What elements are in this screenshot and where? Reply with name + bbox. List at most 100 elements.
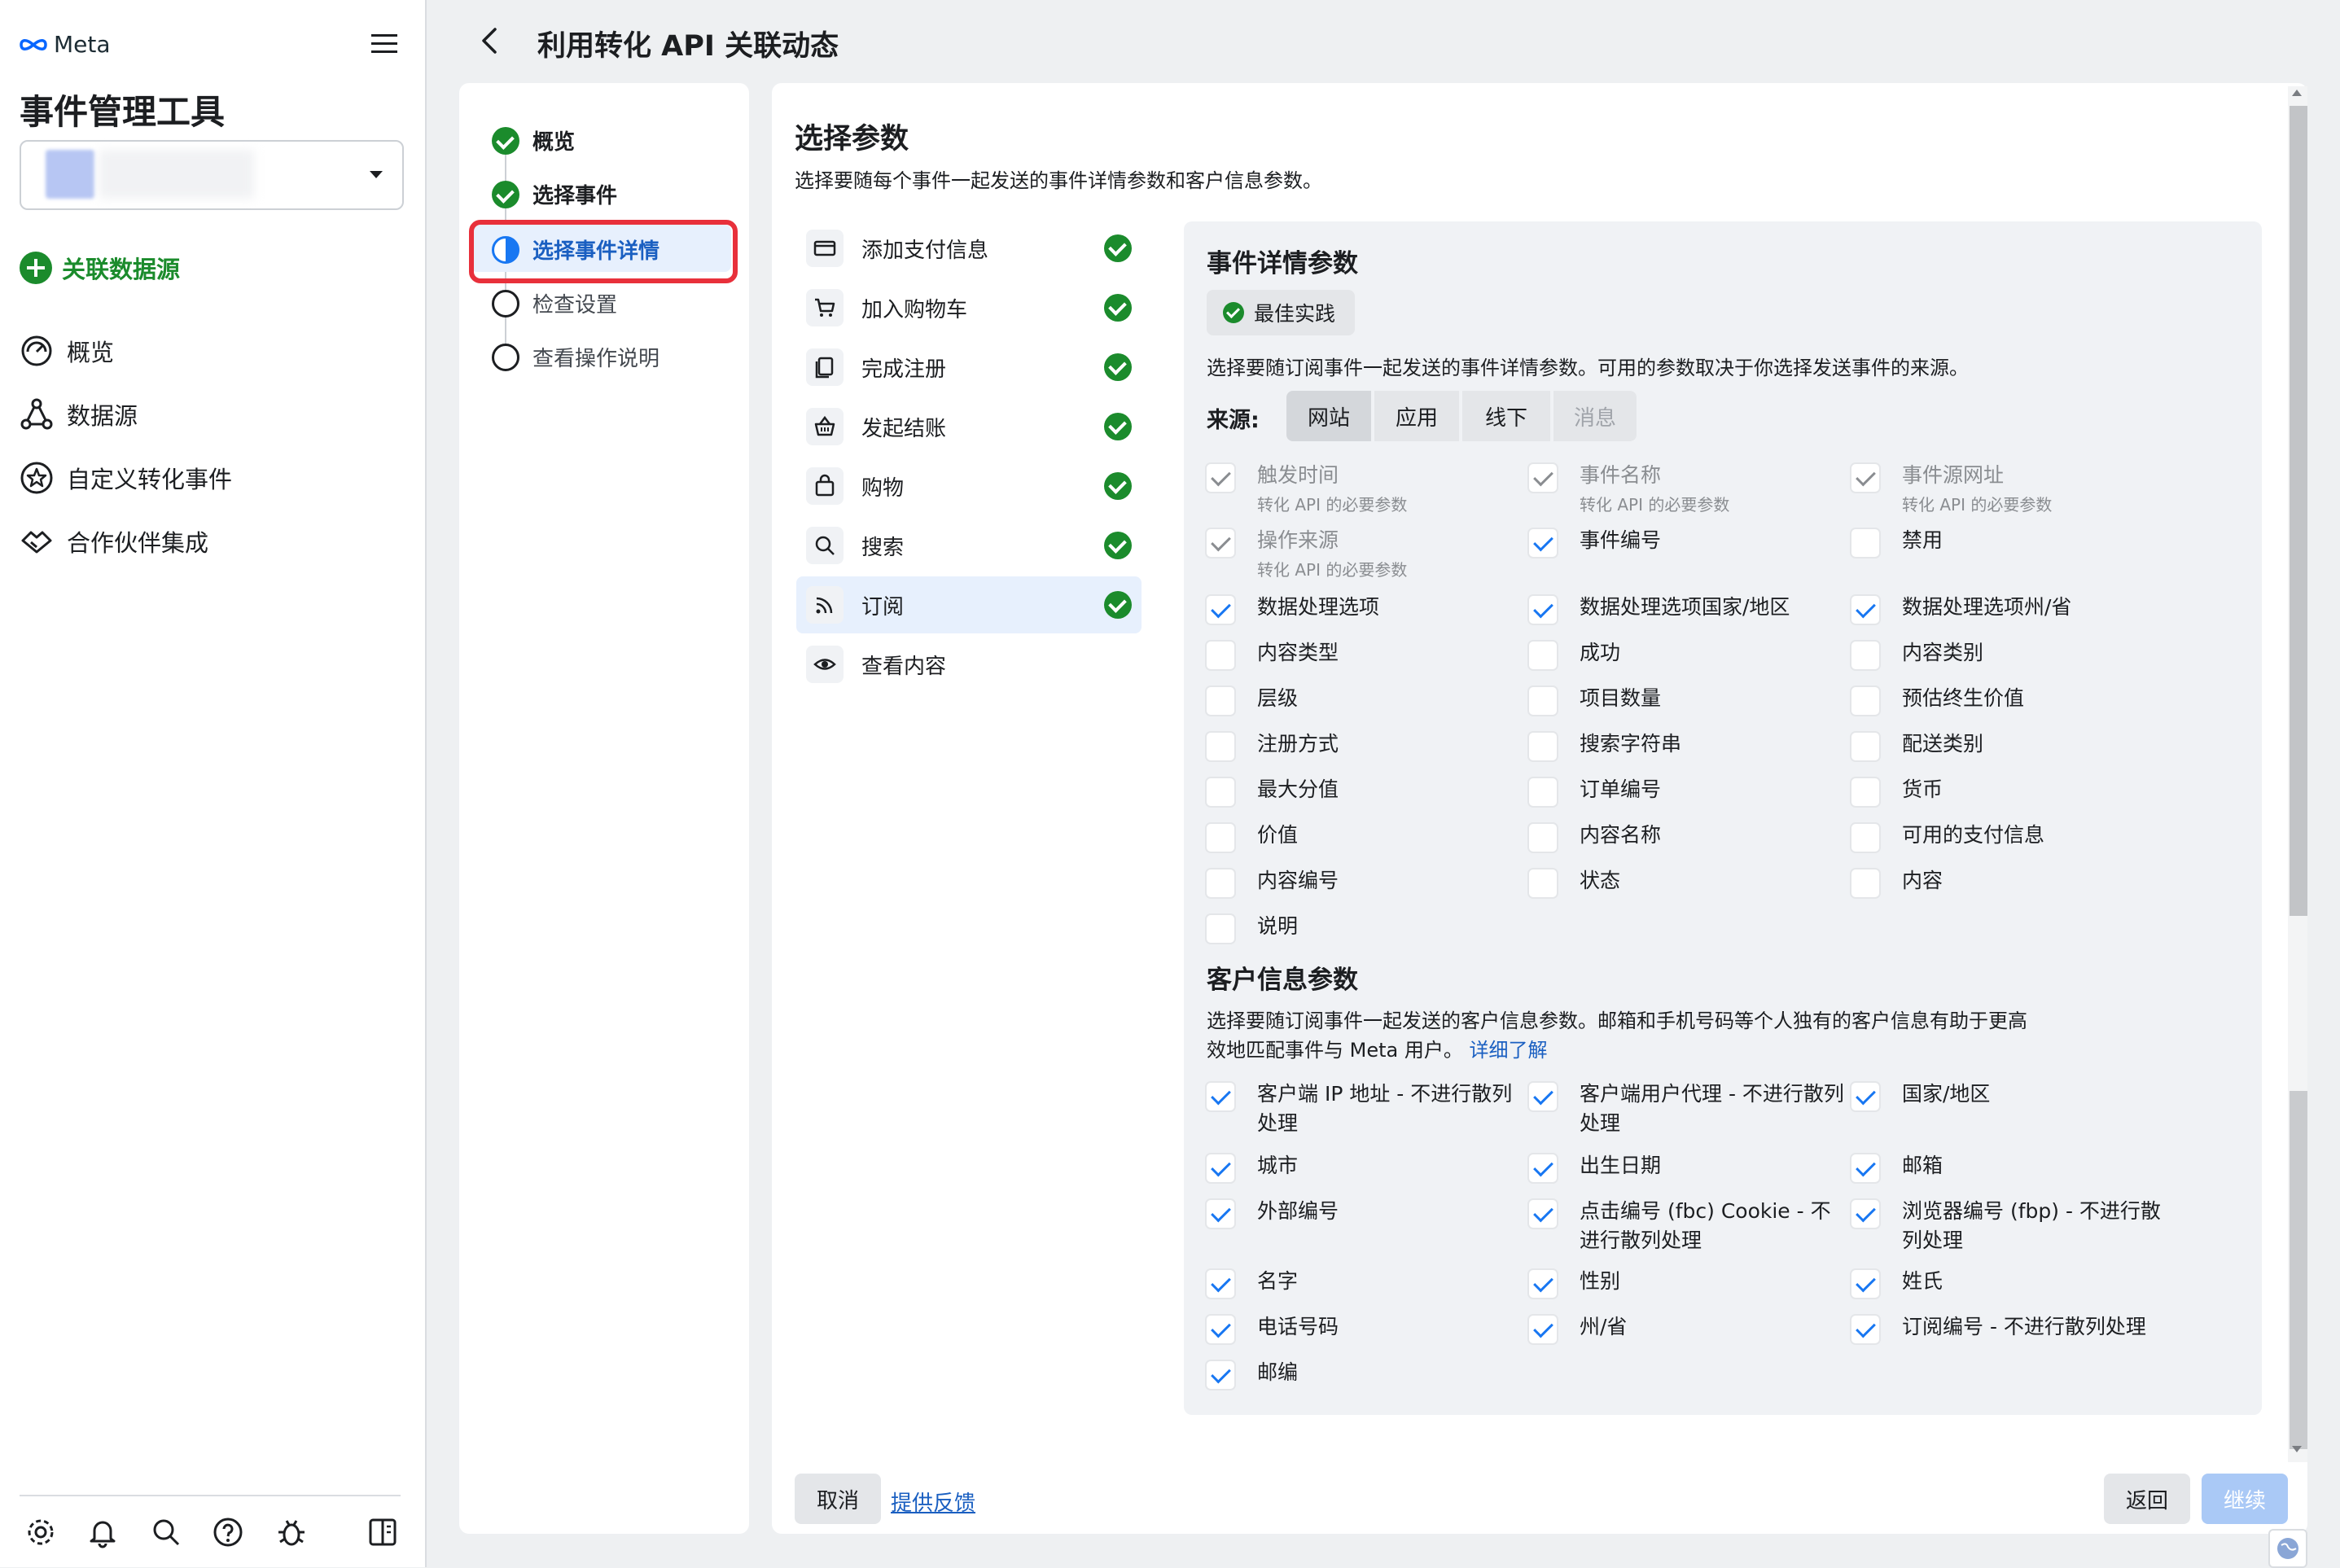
checked-checkbox[interactable] xyxy=(1527,528,1558,558)
scrollbar-thumb[interactable] xyxy=(2290,106,2307,916)
checked-checkbox[interactable] xyxy=(1850,594,1881,625)
checkbox-label: 说明 xyxy=(1257,914,1299,938)
checkbox-label: 订单编号 xyxy=(1580,777,1662,801)
unchecked-checkbox[interactable] xyxy=(1850,868,1881,899)
checkbox-label: 价值 xyxy=(1257,823,1299,847)
unchecked-checkbox[interactable] xyxy=(1527,731,1558,762)
checked-checkbox[interactable] xyxy=(1527,594,1558,625)
app-title: 事件管理工具 xyxy=(20,92,226,132)
event-item-view-content[interactable]: 查看内容 xyxy=(796,636,1142,693)
source-tab-messaging[interactable]: 消息 xyxy=(1553,391,1637,441)
unchecked-checkbox[interactable] xyxy=(1205,913,1236,944)
event-item-initiate-checkout[interactable]: 发起结账 xyxy=(796,398,1142,455)
step-select-events[interactable]: 选择事件 xyxy=(492,179,617,209)
sidebar: Meta 事件管理工具 关联数据源 概览 数据源 自定义转化事件 合作伙伴集成 xyxy=(0,0,427,1567)
globe-icon[interactable] xyxy=(2268,1529,2307,1568)
checked-checkbox[interactable] xyxy=(1205,1314,1236,1345)
unchecked-checkbox[interactable] xyxy=(1850,528,1881,558)
unchecked-checkbox[interactable] xyxy=(1527,685,1558,716)
event-item-add-payment-info[interactable]: 添加支付信息 xyxy=(796,220,1142,277)
source-tab-offline[interactable]: 线下 xyxy=(1462,391,1550,441)
checkbox-label: 名字 xyxy=(1257,1269,1299,1293)
connect-data-source-button[interactable]: 关联数据源 xyxy=(20,251,180,285)
source-label: 来源: xyxy=(1207,408,1260,433)
event-item-complete-registration[interactable]: 完成注册 xyxy=(796,339,1142,396)
checkbox-label: 项目数量 xyxy=(1580,686,1662,710)
unchecked-checkbox[interactable] xyxy=(1205,868,1236,899)
checked-checkbox[interactable] xyxy=(1205,594,1236,625)
checkbox-label: 注册方式 xyxy=(1257,732,1339,756)
back-arrow-icon[interactable] xyxy=(477,24,502,57)
unchecked-checkbox[interactable] xyxy=(1205,777,1236,808)
source-tab-website[interactable]: 网站 xyxy=(1286,391,1371,441)
help-icon[interactable] xyxy=(212,1516,244,1548)
wizard-steps-panel: 概览 选择事件 选择事件详情 检查设置 查看操作说明 xyxy=(459,83,749,1534)
learn-more-link[interactable]: 详细了解 xyxy=(1470,1039,1548,1062)
event-label: 订阅 xyxy=(861,594,905,620)
check-circle-icon xyxy=(1104,353,1132,381)
gear-icon[interactable] xyxy=(24,1516,57,1548)
checked-checkbox[interactable] xyxy=(1850,1198,1881,1229)
event-item-add-to-cart[interactable]: 加入购物车 xyxy=(796,279,1142,336)
nav-item-custom-conversions[interactable]: 自定义转化事件 xyxy=(20,461,232,495)
bell-icon[interactable] xyxy=(86,1516,119,1548)
checked-checkbox[interactable] xyxy=(1850,1153,1881,1184)
unchecked-checkbox[interactable] xyxy=(1850,777,1881,808)
cancel-button[interactable]: 取消 xyxy=(795,1474,881,1524)
step-view-instructions[interactable]: 查看操作说明 xyxy=(492,342,659,372)
event-item-subscribe[interactable]: 订阅 xyxy=(796,576,1142,633)
unchecked-checkbox[interactable] xyxy=(1205,640,1236,671)
unchecked-checkbox[interactable] xyxy=(1527,868,1558,899)
unchecked-checkbox[interactable] xyxy=(1527,822,1558,853)
step-overview[interactable]: 概览 xyxy=(492,125,575,155)
unchecked-checkbox[interactable] xyxy=(1850,822,1881,853)
gauge-icon xyxy=(21,335,52,366)
checked-checkbox[interactable] xyxy=(1850,1081,1881,1112)
unchecked-checkbox[interactable] xyxy=(1205,731,1236,762)
checkbox-label: 内容类型 xyxy=(1257,641,1339,664)
hamburger-menu-icon[interactable] xyxy=(368,31,401,57)
check-circle-icon xyxy=(1223,302,1244,323)
scroll-up-arrow-icon[interactable] xyxy=(2292,90,2302,96)
account-selector[interactable] xyxy=(20,140,404,210)
checked-checkbox[interactable] xyxy=(1527,1268,1558,1299)
source-tab-app[interactable]: 应用 xyxy=(1374,391,1459,441)
unchecked-checkbox[interactable] xyxy=(1205,685,1236,716)
unchecked-checkbox[interactable] xyxy=(1850,640,1881,671)
unchecked-checkbox[interactable] xyxy=(1850,731,1881,762)
unchecked-checkbox[interactable] xyxy=(1527,777,1558,808)
checked-checkbox[interactable] xyxy=(1205,1153,1236,1184)
checked-checkbox[interactable] xyxy=(1527,1314,1558,1345)
search-icon[interactable] xyxy=(150,1516,182,1548)
nav-item-overview[interactable]: 概览 xyxy=(20,334,114,368)
meta-logo[interactable]: Meta xyxy=(18,31,111,58)
checkbox-label: 成功 xyxy=(1580,641,1621,664)
continue-button[interactable]: 继续 xyxy=(2202,1474,2288,1524)
unchecked-checkbox[interactable] xyxy=(1205,822,1236,853)
checked-checkbox[interactable] xyxy=(1850,1314,1881,1345)
step-label: 选择事件 xyxy=(532,184,618,208)
back-button[interactable]: 返回 xyxy=(2104,1474,2190,1524)
nav-item-partner-integrations[interactable]: 合作伙伴集成 xyxy=(20,524,208,558)
checked-checkbox[interactable] xyxy=(1527,1081,1558,1112)
checked-checkbox[interactable] xyxy=(1205,1268,1236,1299)
checked-checkbox[interactable] xyxy=(1205,1081,1236,1112)
unchecked-checkbox[interactable] xyxy=(1850,685,1881,716)
event-params-description: 选择要随订阅事件一起发送的事件详情参数。可用的参数取决于你选择发送事件的来源。 xyxy=(1207,357,1969,379)
checked-checkbox[interactable] xyxy=(1205,1360,1236,1391)
checked-checkbox[interactable] xyxy=(1205,1198,1236,1229)
eye-icon xyxy=(806,646,844,683)
annotation-highlight-box xyxy=(469,220,738,283)
event-item-search[interactable]: 搜索 xyxy=(796,517,1142,574)
scroll-down-arrow-icon[interactable] xyxy=(2292,1446,2302,1452)
panel-toggle-icon[interactable] xyxy=(366,1516,399,1548)
unchecked-checkbox[interactable] xyxy=(1527,640,1558,671)
step-review-settings[interactable]: 检查设置 xyxy=(492,288,617,318)
checked-checkbox[interactable] xyxy=(1527,1198,1558,1229)
bug-icon[interactable] xyxy=(275,1516,308,1548)
feedback-link[interactable]: 提供反馈 xyxy=(891,1487,975,1517)
checked-checkbox[interactable] xyxy=(1850,1268,1881,1299)
event-item-purchase[interactable]: 购物 xyxy=(796,458,1142,515)
nav-item-data-sources[interactable]: 数据源 xyxy=(20,397,138,431)
checked-checkbox[interactable] xyxy=(1527,1153,1558,1184)
